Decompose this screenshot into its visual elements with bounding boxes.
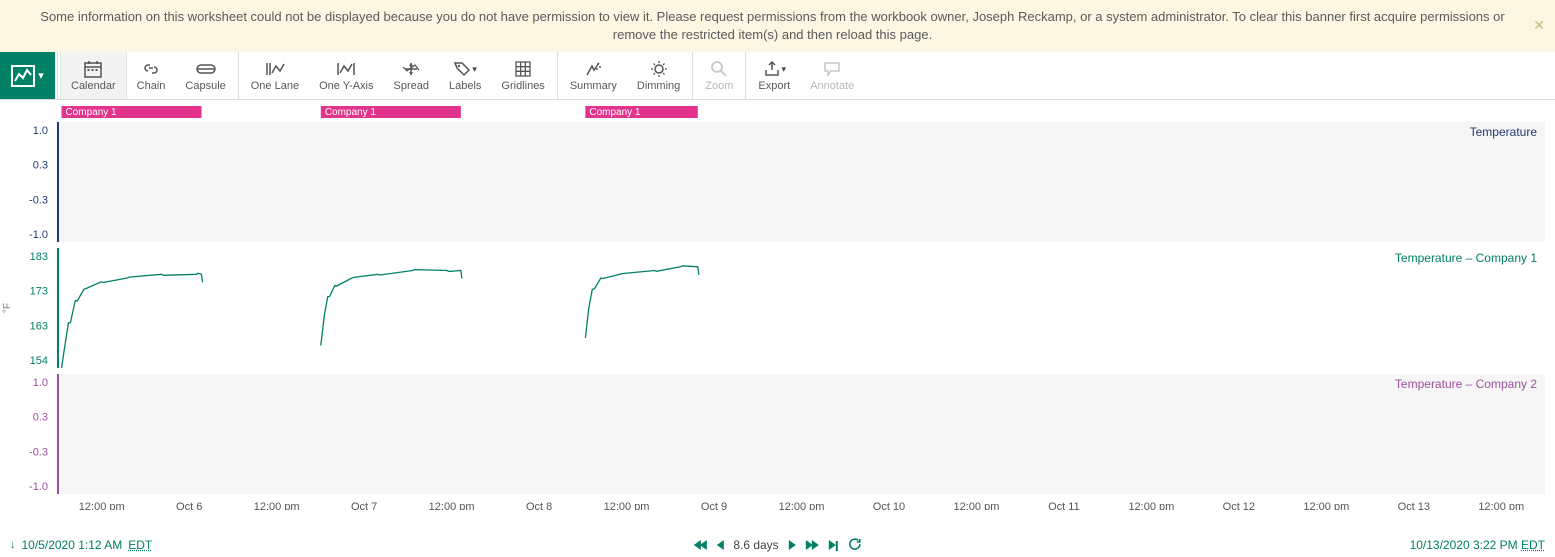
svg-text:Oct 6: Oct 6 xyxy=(176,501,202,510)
annotate-button: Annotate xyxy=(800,52,864,99)
view-mode-button[interactable]: ▾ xyxy=(0,52,55,99)
svg-text:Oct 10: Oct 10 xyxy=(873,501,905,510)
one-lane-button[interactable]: One Lane xyxy=(241,52,309,99)
permission-banner-text: Some information on this worksheet could… xyxy=(40,9,1504,42)
export-button[interactable]: ▾ Export xyxy=(748,52,800,99)
calendar-label: Calendar xyxy=(71,80,116,92)
capsule-label: Capsule xyxy=(185,80,225,92)
zoom-label: Zoom xyxy=(705,80,733,92)
svg-text:183: 183 xyxy=(30,251,48,263)
svg-text:Oct 7: Oct 7 xyxy=(351,501,377,510)
svg-text:Company 1: Company 1 xyxy=(325,107,377,118)
dimming-label: Dimming xyxy=(637,80,680,92)
range-span[interactable]: 8.6 days xyxy=(733,538,778,552)
calendar-button[interactable]: Calendar xyxy=(60,52,127,99)
svg-text:0.3: 0.3 xyxy=(33,412,48,424)
svg-text:12:00 pm: 12:00 pm xyxy=(79,501,125,510)
trend-chart[interactable]: 1.0 0.3 -0.3 -1.0 183 173 163 154 1.0 0.3 -0.3 -1.0… xyxy=(0,100,1555,533)
range-start-tz[interactable]: EDT xyxy=(128,538,152,552)
gridlines-button[interactable]: Gridlines xyxy=(491,52,554,99)
svg-text:Company 1: Company 1 xyxy=(589,107,641,118)
svg-text:Oct 13: Oct 13 xyxy=(1398,501,1430,510)
export-label: Export xyxy=(758,80,790,92)
chart-svg: 1.0 0.3 -0.3 -1.0 183 173 163 154 1.0 0.3 -0.3 -1.0… xyxy=(0,100,1555,510)
chain-label: Chain xyxy=(137,80,166,92)
svg-text:173: 173 xyxy=(30,286,48,298)
labels-button[interactable]: ▾ Labels xyxy=(439,52,491,99)
permission-banner: Some information on this worksheet could… xyxy=(0,0,1555,52)
rewind-button[interactable] xyxy=(716,537,723,553)
export-icon: ▾ xyxy=(763,59,787,79)
one-lane-label: One Lane xyxy=(251,80,299,92)
capsule-button[interactable]: Capsule xyxy=(175,52,235,99)
time-footer: ↓ 10/5/2020 1:12 AM EDT 8.6 days 10/13/2… xyxy=(0,533,1555,557)
svg-text:Temperature – Company 1: Temperature – Company 1 xyxy=(1395,251,1537,265)
one-lane-icon xyxy=(264,59,286,79)
range-end[interactable]: 10/13/2020 3:22 PM xyxy=(1410,538,1518,552)
svg-text:1.0: 1.0 xyxy=(33,377,48,389)
gridlines-label: Gridlines xyxy=(501,80,544,92)
svg-text:Oct 8: Oct 8 xyxy=(526,501,552,510)
one-yaxis-button[interactable]: One Y-Axis xyxy=(309,52,383,99)
zoom-icon xyxy=(710,59,728,79)
svg-text:154: 154 xyxy=(30,355,48,367)
annotate-label: Annotate xyxy=(810,80,854,92)
svg-text:12:00 pm: 12:00 pm xyxy=(429,501,475,510)
svg-text:Temperature – Company 2: Temperature – Company 2 xyxy=(1395,377,1537,391)
trend-chart-icon xyxy=(11,65,35,87)
svg-text:-0.3: -0.3 xyxy=(29,195,48,207)
svg-text:Company 1: Company 1 xyxy=(65,107,117,118)
to-now-button[interactable] xyxy=(829,537,838,553)
svg-text:12:00 pm: 12:00 pm xyxy=(1128,501,1174,510)
gridlines-icon xyxy=(515,59,531,79)
svg-text:°F: °F xyxy=(2,303,13,313)
svg-text:Oct 12: Oct 12 xyxy=(1223,501,1255,510)
toolbar: ▾ Calendar Chain Capsule One Lane One Y-… xyxy=(0,52,1555,100)
svg-text:12:00 pm: 12:00 pm xyxy=(604,501,650,510)
zoom-button: Zoom xyxy=(695,52,743,99)
spread-icon xyxy=(401,59,421,79)
summary-icon xyxy=(584,59,602,79)
range-end-tz[interactable]: EDT xyxy=(1521,538,1545,552)
svg-text:-1.0: -1.0 xyxy=(29,481,48,493)
forward-fast-button[interactable] xyxy=(806,537,819,553)
svg-text:Oct 9: Oct 9 xyxy=(701,501,727,510)
spread-button[interactable]: Spread xyxy=(384,52,439,99)
summary-button[interactable]: Summary xyxy=(560,52,627,99)
svg-text:-0.3: -0.3 xyxy=(29,447,48,459)
svg-text:Temperature: Temperature xyxy=(1470,125,1538,139)
refresh-button[interactable] xyxy=(848,537,862,554)
dimming-icon xyxy=(650,59,668,79)
one-yaxis-icon xyxy=(335,59,357,79)
dimming-button[interactable]: Dimming xyxy=(627,52,690,99)
close-icon[interactable]: ✕ xyxy=(1533,16,1545,36)
svg-text:12:00 pm: 12:00 pm xyxy=(954,501,1000,510)
chain-icon xyxy=(142,59,160,79)
svg-text:0.3: 0.3 xyxy=(33,160,48,172)
svg-text:Oct 11: Oct 11 xyxy=(1048,501,1080,510)
capsule-icon xyxy=(196,59,216,79)
calendar-icon xyxy=(84,59,102,79)
labels-label: Labels xyxy=(449,80,481,92)
rewind-fast-button[interactable] xyxy=(693,537,706,553)
svg-text:12:00 pm: 12:00 pm xyxy=(1478,501,1524,510)
svg-text:12:00 pm: 12:00 pm xyxy=(779,501,825,510)
chain-button[interactable]: Chain xyxy=(127,52,176,99)
svg-text:12:00 pm: 12:00 pm xyxy=(1303,501,1349,510)
labels-icon: ▾ xyxy=(453,59,477,79)
summary-label: Summary xyxy=(570,80,617,92)
svg-text:1.0: 1.0 xyxy=(33,125,48,137)
arrow-down-icon: ↓ xyxy=(10,539,16,551)
svg-text:-1.0: -1.0 xyxy=(29,229,48,241)
one-yaxis-label: One Y-Axis xyxy=(319,80,373,92)
svg-text:12:00 pm: 12:00 pm xyxy=(254,501,300,510)
forward-button[interactable] xyxy=(789,537,796,553)
chevron-down-icon: ▾ xyxy=(38,69,44,82)
svg-text:163: 163 xyxy=(30,321,48,333)
annotate-icon xyxy=(823,59,841,79)
spread-label: Spread xyxy=(394,80,429,92)
range-start[interactable]: 10/5/2020 1:12 AM xyxy=(22,538,123,552)
